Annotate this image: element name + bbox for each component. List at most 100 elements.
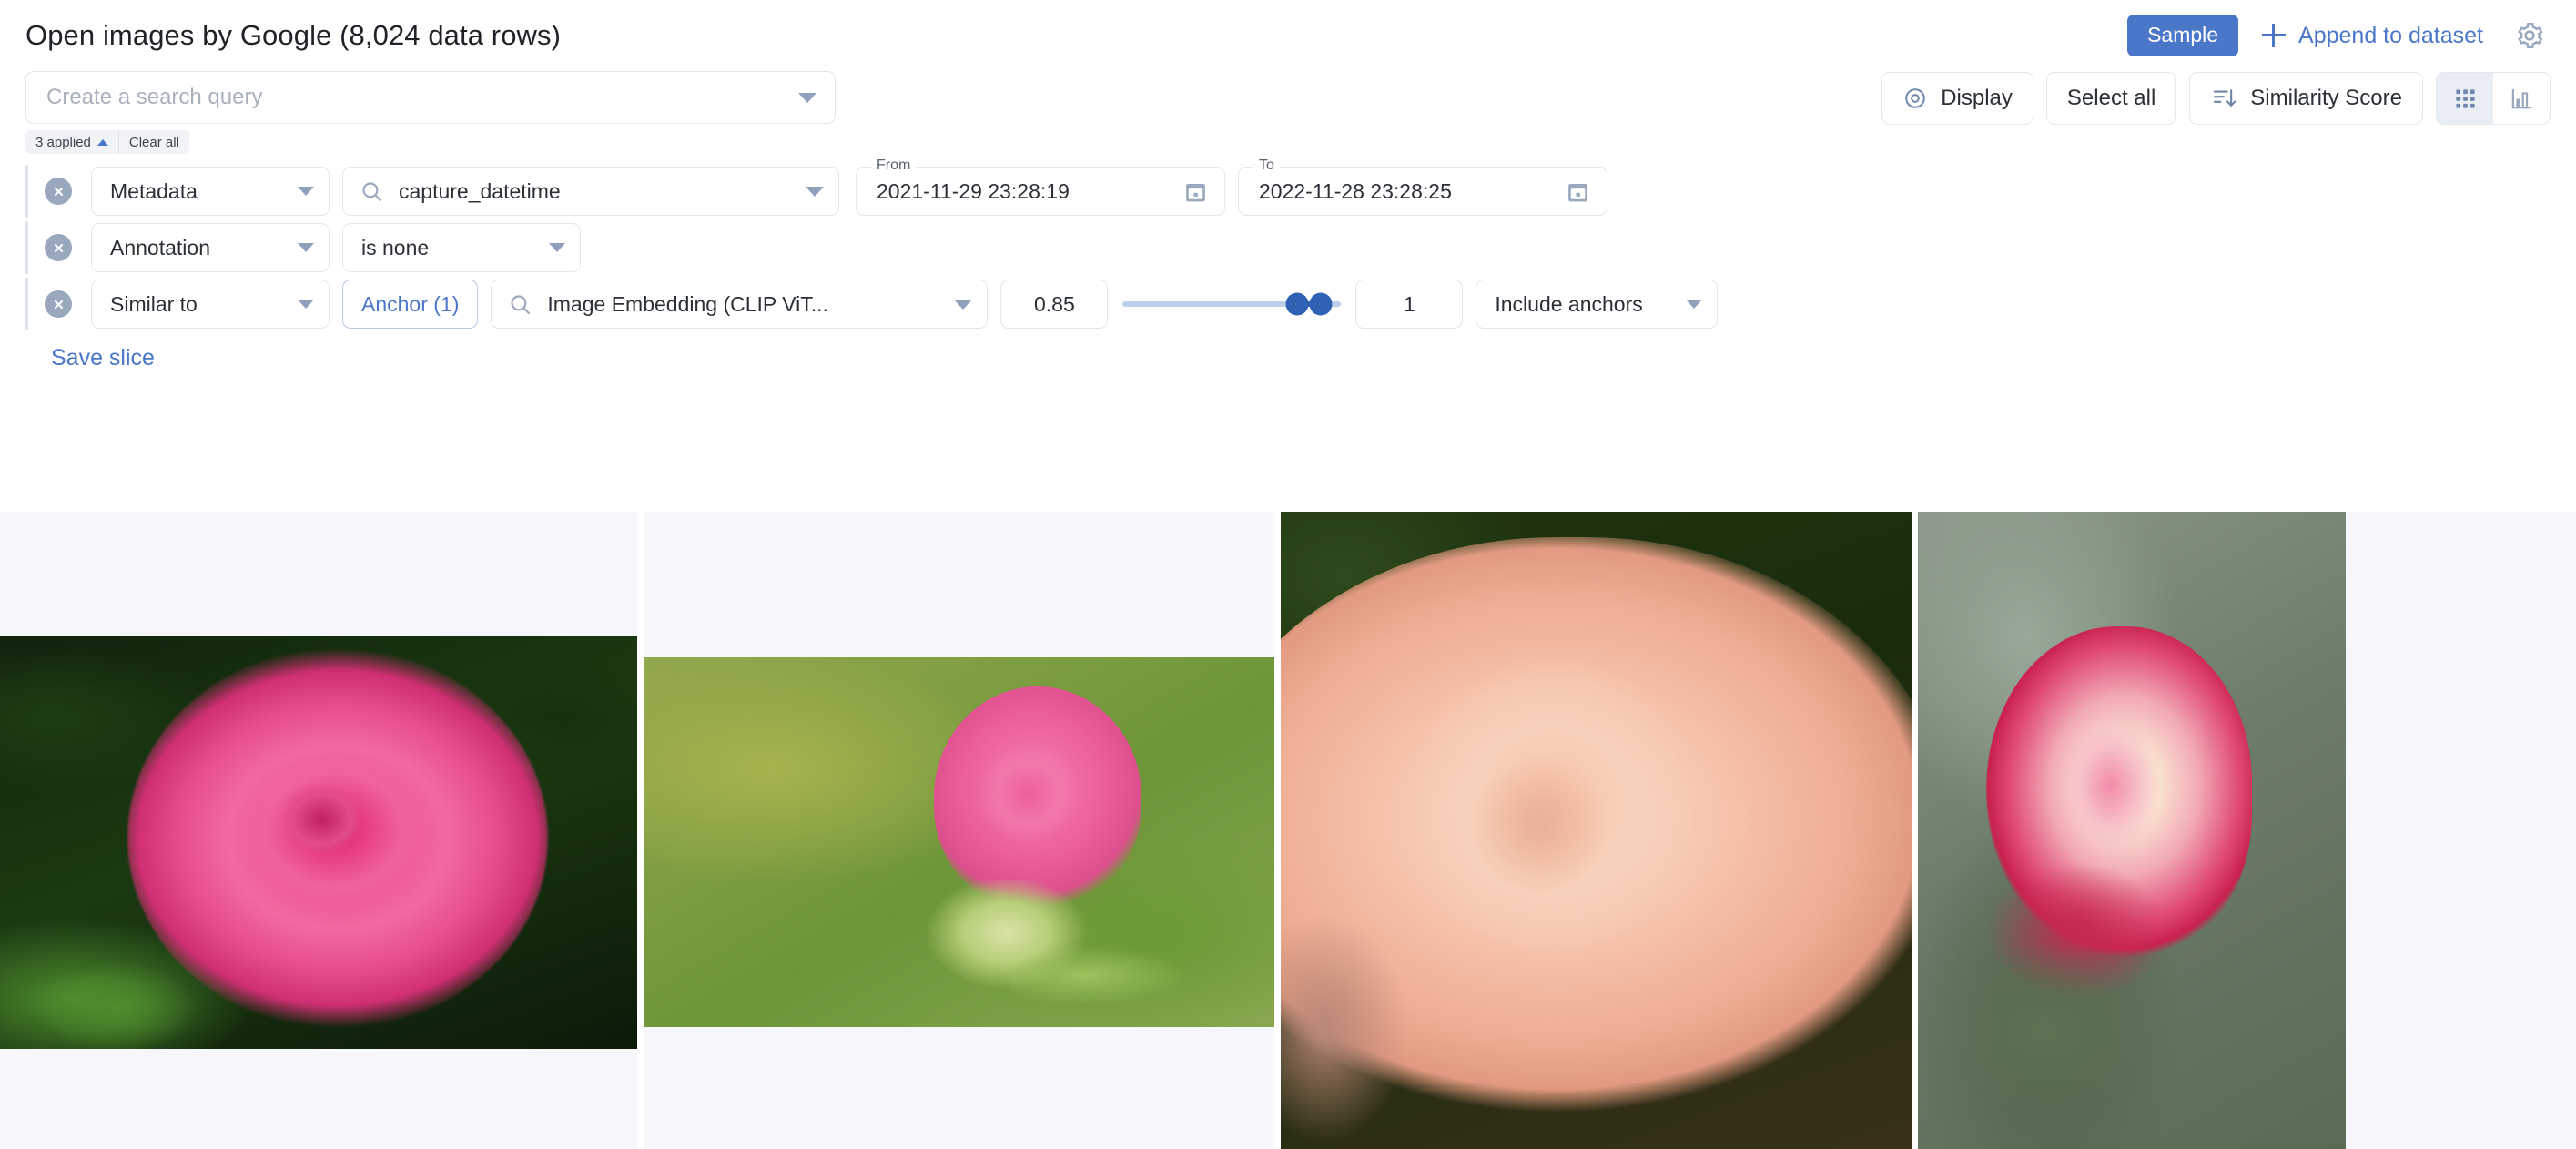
select-all-label: Select all (2066, 86, 2156, 110)
similarity-threshold-input[interactable]: 0.85 (1000, 280, 1109, 329)
grid-view-icon (2455, 88, 2475, 108)
remove-filter-button[interactable] (45, 234, 72, 261)
anchor-button[interactable]: Anchor (1) (342, 280, 479, 329)
chevron-down-icon (298, 187, 314, 196)
header-actions: Sample Append to dataset (2127, 15, 2549, 56)
filter-list: Metadata capture_datetime From 2021-11-2… (0, 154, 2576, 371)
display-button[interactable]: Display (1881, 72, 2033, 125)
similarity-score-sort-button[interactable]: Similarity Score (2189, 72, 2423, 125)
embedding-select[interactable]: Image Embedding (CLIP ViT... (491, 280, 989, 329)
chevron-down-icon (1686, 300, 1703, 309)
filter-row-accent-bar (25, 278, 28, 330)
applied-count-label: 3 applied (35, 134, 91, 150)
grid-gutter (1274, 512, 1281, 1149)
filter-row-annotation: Annotation is none (25, 219, 2551, 276)
applied-filters-chip-row: 3 applied Clear all (0, 125, 2576, 154)
rose-core (1469, 754, 1609, 894)
thumbnail-image (0, 636, 637, 1049)
applied-count-chip[interactable]: 3 applied (25, 130, 118, 154)
chevron-down-icon (798, 92, 816, 103)
rose-core (978, 746, 1080, 842)
filter-type-label: Annotation (110, 235, 210, 259)
page-header: Open images by Google (8,024 data rows) … (0, 0, 2576, 71)
filter-type-select-similar-to[interactable]: Similar to (91, 280, 330, 329)
page-title: Open images by Google (8,024 data rows) (25, 19, 562, 51)
grid-tile-rose-pink-bud[interactable] (644, 512, 1274, 1149)
search-query-placeholder: Create a search query (46, 85, 263, 109)
similarity-score-label: Similarity Score (2250, 86, 2402, 110)
slider-thumb-min[interactable] (1285, 292, 1309, 316)
query-toolbar-row: Create a search query Display Select all… (0, 71, 2576, 125)
filter-row-metadata: Metadata capture_datetime From 2021-11-2… (25, 158, 2551, 219)
view-toggle-group (2436, 72, 2551, 125)
grid-view-toggle[interactable] (2437, 73, 2493, 124)
metadata-field-value: capture_datetime (399, 178, 561, 203)
similarity-range-slider[interactable] (1122, 280, 1342, 329)
plus-icon (2262, 24, 2287, 47)
remove-filter-button[interactable] (45, 290, 72, 318)
metadata-field-select[interactable]: capture_datetime (342, 167, 839, 216)
close-circle-icon (54, 300, 63, 309)
bar-chart-icon (2511, 88, 2531, 108)
remove-filter-button[interactable] (45, 178, 72, 205)
similarity-count-input[interactable]: 1 (1355, 280, 1464, 329)
calendar-icon[interactable] (1182, 178, 1210, 206)
date-from-field[interactable]: From 2021-11-29 23:28:19 (856, 158, 1225, 216)
filter-row-similar-to: Similar to Anchor (1) Image Embedding (C… (25, 276, 2551, 332)
filter-row-accent-bar (25, 221, 28, 274)
clear-all-label: Clear all (128, 134, 179, 150)
annotation-operator-label: is none (361, 235, 430, 259)
slider-thumb-max[interactable] (1309, 292, 1333, 316)
save-slice-button[interactable]: Save slice (25, 332, 180, 371)
embedding-value: Image Embedding (CLIP ViT... (547, 291, 828, 316)
search-query-input[interactable]: Create a search query (25, 71, 836, 124)
date-to-value: 2022-11-28 23:28:25 (1259, 178, 1452, 203)
image-grid (0, 512, 2576, 1149)
search-icon (511, 294, 531, 314)
rose-core (2059, 716, 2162, 856)
grid-gutter (637, 512, 644, 1149)
filter-type-label: Similar to (110, 291, 198, 316)
append-to-dataset-label: Append to dataset (2298, 22, 2483, 48)
close-circle-icon (54, 187, 63, 196)
gear-icon (2518, 23, 2543, 48)
close-circle-icon (54, 243, 63, 252)
grid-gutter (1912, 512, 1918, 1149)
chevron-up-icon (96, 138, 108, 146)
view-toolbar: Display Select all Similarity Score (1881, 71, 2551, 125)
anchor-mode-select[interactable]: Include anchors (1476, 280, 1719, 329)
grid-tile-rose-peach-closeup[interactable] (1281, 512, 1912, 1149)
clear-all-chip[interactable]: Clear all (117, 130, 189, 154)
chevron-down-icon (806, 186, 824, 197)
sort-descending-icon (2214, 89, 2236, 107)
chart-view-toggle[interactable] (2493, 73, 2550, 124)
stem-highlight (1009, 945, 1263, 1020)
chevron-down-icon (298, 300, 314, 309)
grid-tile-rose-pink-closeup[interactable] (0, 512, 637, 1149)
filter-type-select-metadata[interactable]: Metadata (91, 167, 330, 216)
calendar-icon[interactable] (1564, 178, 1592, 206)
filter-type-select-annotation[interactable]: Annotation (91, 223, 330, 272)
append-to-dataset-button[interactable]: Append to dataset (2262, 23, 2487, 49)
date-from-value: 2021-11-29 23:28:19 (877, 178, 1070, 203)
filter-type-label: Metadata (110, 178, 198, 203)
grid-tile-rose-bicolor[interactable] (1918, 512, 2576, 1149)
chevron-down-icon (549, 243, 565, 252)
chevron-down-icon (298, 243, 314, 252)
foliage-highlight (25, 932, 255, 1049)
chevron-down-icon (954, 299, 973, 310)
thumbnail-image (1918, 512, 2346, 1149)
search-icon (362, 181, 382, 201)
annotation-operator-select[interactable]: is none (342, 223, 581, 272)
rose-core (280, 784, 363, 855)
filter-row-accent-bar (25, 165, 28, 218)
date-to-field[interactable]: To 2022-11-28 23:28:25 (1238, 158, 1607, 216)
thumbnail-image (644, 657, 1274, 1027)
sample-button[interactable]: Sample (2127, 15, 2239, 56)
eye-target-icon (1905, 88, 1925, 108)
date-to-label: To (1253, 158, 1280, 174)
thumbnail-image (1281, 512, 1912, 1149)
select-all-button[interactable]: Select all (2045, 72, 2177, 125)
settings-button[interactable] (2510, 16, 2549, 55)
display-label: Display (1941, 86, 2013, 110)
